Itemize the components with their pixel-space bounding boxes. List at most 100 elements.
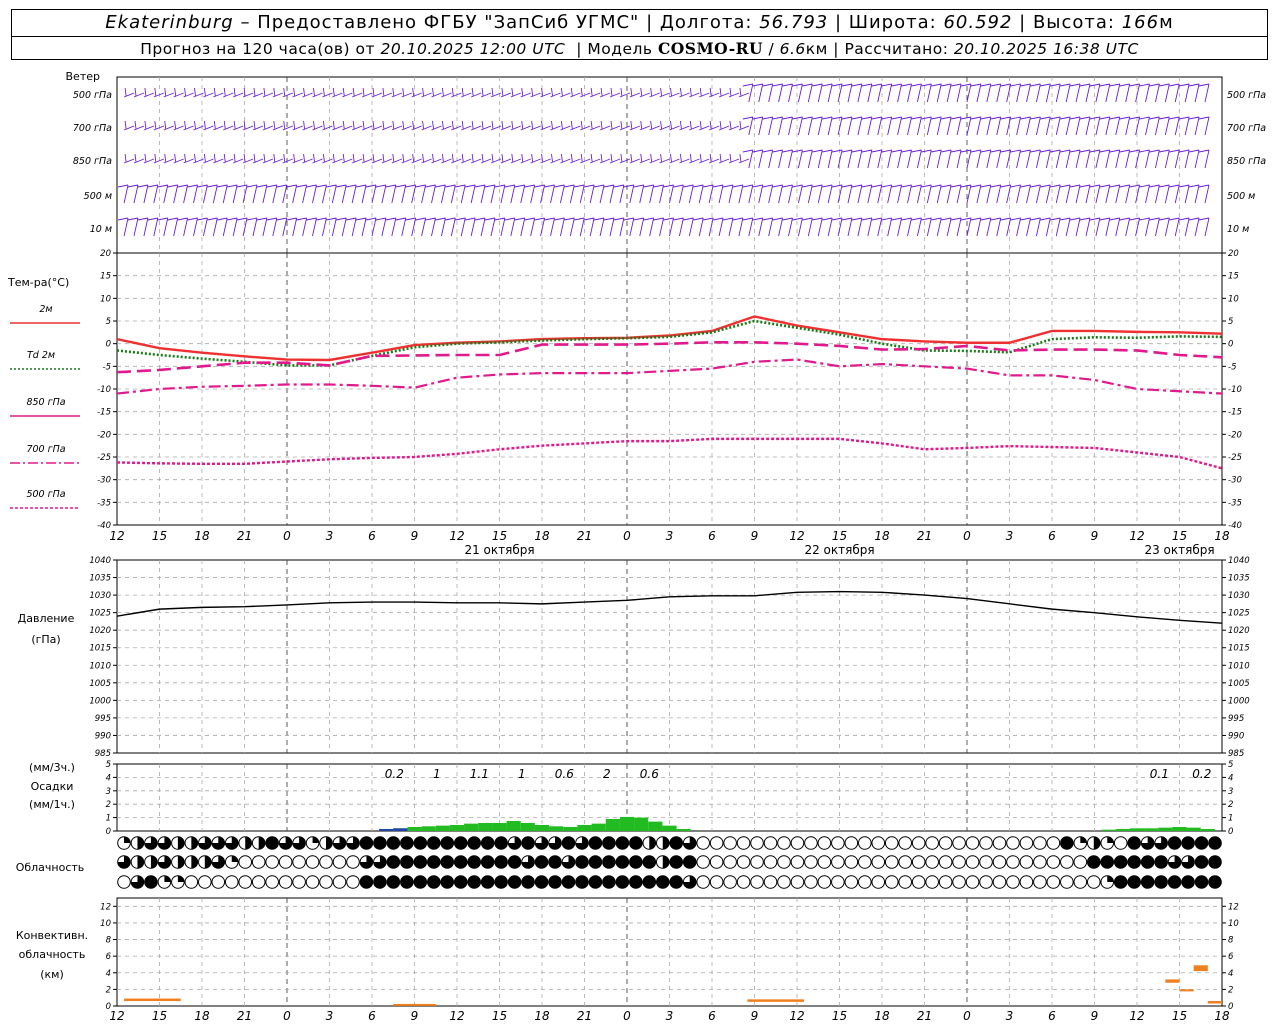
cloud-symbol	[777, 855, 791, 869]
cloud-symbol	[655, 875, 670, 889]
cloud-fill	[616, 855, 629, 869]
cloud-fill	[562, 836, 575, 850]
wind-barb	[564, 184, 575, 204]
wind-barb	[970, 116, 982, 136]
y-tick-label: 0	[106, 340, 111, 350]
precip-bar	[464, 823, 479, 831]
wind-barb	[584, 184, 595, 204]
cloud-symbol	[911, 875, 926, 889]
wind-barb	[381, 153, 393, 164]
wind-barb	[550, 120, 561, 131]
hour-tick-label-bottom: 18	[874, 1009, 890, 1023]
cloud-symbol	[777, 875, 791, 889]
cloud-symbol	[1140, 875, 1155, 889]
wind-barb	[689, 120, 700, 131]
wind-barb	[232, 120, 244, 131]
cloud-symbol	[292, 875, 306, 889]
wind-barb	[663, 217, 674, 237]
cloud-symbol	[736, 836, 751, 850]
wind-barb	[1040, 83, 1051, 103]
precip-bar	[1186, 827, 1201, 831]
wind-barb	[203, 153, 214, 164]
wind-barb	[1129, 149, 1141, 169]
y-tick-label: 4	[1228, 773, 1233, 783]
precip-3h-total: 0.1	[1150, 767, 1169, 781]
cloud-circle	[844, 836, 859, 850]
cloud-fill	[1060, 836, 1074, 850]
cloud-fill	[589, 855, 602, 869]
wind-barb	[643, 217, 655, 237]
wind-barb	[703, 217, 714, 237]
wind-barb	[143, 153, 155, 164]
cloud-symbol	[925, 855, 939, 869]
cloud-fill	[177, 875, 185, 882]
wind-barb	[1050, 217, 1061, 237]
wind-barb	[633, 184, 645, 204]
wind-barb	[470, 153, 482, 164]
wind-barb	[1030, 116, 1041, 136]
precip-3h-total: 1	[433, 767, 441, 781]
wind-barb	[1060, 83, 1071, 103]
hour-tick-label: 9	[751, 529, 759, 543]
cloud-fill	[629, 855, 643, 869]
precip-bar	[1158, 827, 1173, 831]
wind-barb	[603, 184, 615, 204]
wind-barb	[163, 87, 174, 98]
cloud-circle	[777, 875, 791, 889]
wind-barb	[302, 87, 313, 98]
cloud-fill	[312, 836, 319, 843]
wind-barb	[474, 217, 486, 237]
cloud-fill	[454, 836, 468, 850]
wind-barb	[673, 184, 684, 204]
hour-tick-label: 15	[492, 529, 507, 543]
cloud-fill	[137, 855, 144, 869]
wind-barb	[127, 184, 139, 204]
cloud-circle	[831, 855, 845, 869]
cloud-symbol	[1167, 875, 1182, 889]
y-tick-label: 3	[1228, 787, 1233, 797]
wind-barb	[970, 184, 982, 204]
wind-barb	[207, 184, 218, 204]
precip-bar	[421, 826, 436, 831]
wind-barb	[708, 120, 720, 131]
wind-barb	[1109, 217, 1121, 237]
wind-barb	[822, 149, 833, 169]
wind-barb	[1139, 149, 1150, 169]
wind-barb	[683, 184, 694, 204]
cloud-symbol	[400, 855, 414, 869]
wind-barb	[306, 217, 317, 237]
wind-barb	[336, 217, 347, 237]
wind-barb	[133, 153, 145, 164]
wind-level-label: 700 гПа	[1227, 123, 1266, 134]
cloud-fill	[1127, 836, 1141, 850]
precip-3h-total: 2	[603, 767, 611, 781]
cloud-symbol	[467, 855, 481, 869]
cloud-circle	[790, 875, 805, 889]
cloud-circle	[278, 875, 293, 889]
cloud-fill	[535, 875, 548, 889]
wind-barb	[762, 217, 774, 237]
wind-barb	[580, 87, 591, 98]
cloud-symbol	[346, 855, 360, 869]
wind-barb	[217, 217, 228, 237]
cloud-symbol	[224, 875, 239, 889]
cloud-fill	[400, 875, 414, 889]
cloud-symbol	[790, 875, 805, 889]
y-tick-label: -15	[97, 408, 111, 418]
day-label: 21 октября	[464, 543, 534, 557]
cloud-fill	[454, 875, 468, 889]
wind-barb	[520, 120, 531, 131]
cloud-circle	[1006, 875, 1020, 889]
wind-barb	[332, 120, 343, 131]
wind-barb	[901, 83, 912, 103]
wind-barb	[708, 87, 720, 98]
wind-barb	[292, 153, 303, 164]
wind-level-label: 700 гПа	[73, 123, 112, 134]
cloud-circle	[952, 836, 966, 850]
wind-barb	[990, 149, 1002, 169]
wind-barb	[564, 217, 575, 237]
cloud-symbol	[629, 836, 643, 850]
wind-barb	[792, 184, 803, 204]
wind-barb	[431, 120, 442, 131]
cloud-symbol	[292, 836, 306, 850]
